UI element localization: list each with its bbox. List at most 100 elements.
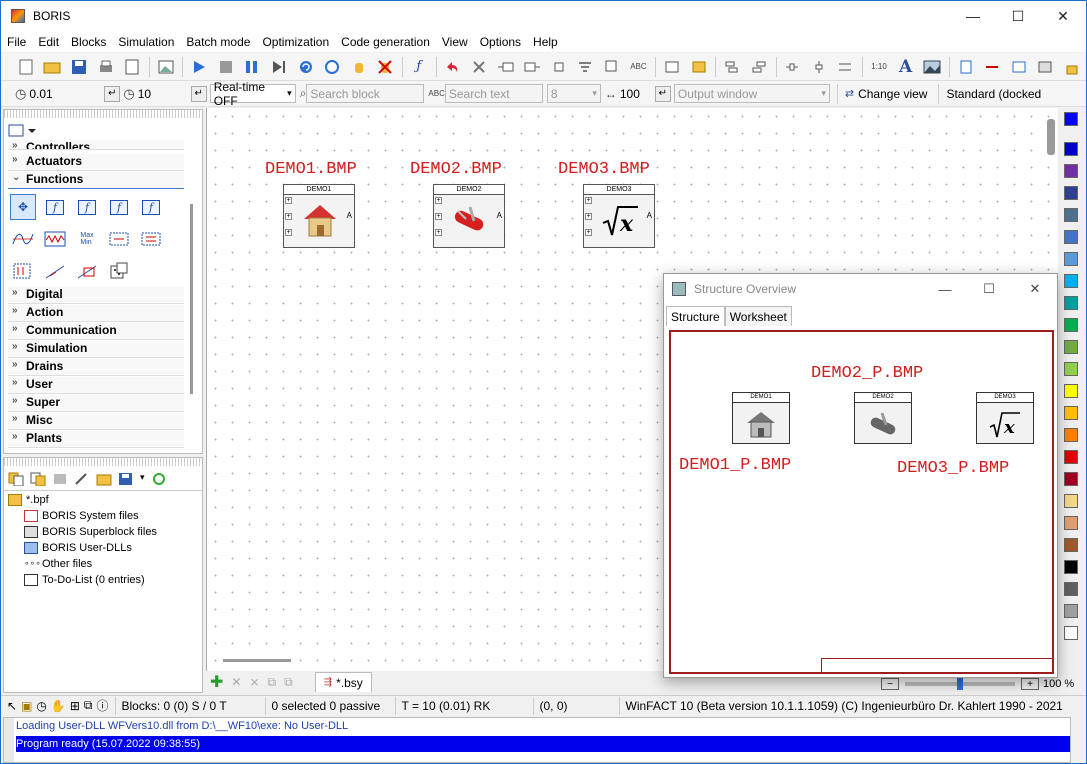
tree-item-todo-list[interactable]: To-Do-List (0 entries): [8, 572, 157, 588]
category-simulation[interactable]: » Simulation: [8, 341, 184, 358]
tree-item-superblock-files[interactable]: BORIS Superblock files: [8, 524, 157, 540]
color-swatch[interactable]: [1064, 340, 1078, 354]
tree-icon[interactable]: ⊞: [70, 699, 80, 713]
color-swatch[interactable]: [1064, 252, 1078, 266]
align-right-icon[interactable]: [748, 56, 770, 78]
category-misc[interactable]: » Misc: [8, 413, 184, 430]
end-time-apply-button[interactable]: ↵: [190, 85, 207, 102]
width-field[interactable]: 100: [617, 84, 651, 103]
sort-icon[interactable]: [575, 56, 597, 78]
tree-item-system-files[interactable]: BORIS System files: [8, 508, 157, 524]
disconnect-icon[interactable]: [495, 56, 517, 78]
maxmin-block-icon[interactable]: Max Min: [74, 226, 100, 252]
delete-icon[interactable]: [468, 56, 490, 78]
ramp-block-icon[interactable]: [42, 258, 68, 284]
run-icon[interactable]: [188, 56, 210, 78]
tab-paste-icon[interactable]: ⧉: [284, 675, 293, 690]
color-swatch[interactable]: [1064, 626, 1078, 640]
save-dropdown-icon[interactable]: ▾: [140, 472, 145, 489]
lock-icon[interactable]: [1061, 56, 1083, 78]
function-block-icon[interactable]: f: [74, 194, 100, 220]
structure-maximize-button[interactable]: ☐: [966, 274, 1012, 304]
hand-icon[interactable]: ✋: [51, 699, 66, 713]
tab-worksheet[interactable]: Worksheet: [724, 306, 792, 326]
remove-icon[interactable]: [52, 472, 68, 489]
category-action[interactable]: » Action: [8, 305, 184, 322]
timer-icon[interactable]: ◷: [36, 699, 46, 713]
menu-file[interactable]: File: [1, 35, 32, 49]
menu-code-generation[interactable]: Code generation: [335, 35, 436, 49]
color-swatch[interactable]: [1064, 164, 1078, 178]
output-port[interactable]: A: [347, 211, 352, 220]
search-block-input[interactable]: Search block: [306, 84, 425, 103]
canvas-vertical-scrollbar[interactable]: [1047, 119, 1055, 155]
menu-view[interactable]: View: [436, 35, 474, 49]
output-window-select[interactable]: Output window ▾: [673, 84, 830, 103]
export-icon[interactable]: ⧉: [84, 698, 93, 713]
zoom-slider-thumb[interactable]: [957, 678, 963, 690]
category-controllers[interactable]: » Controllers: [8, 140, 184, 150]
color-swatch[interactable]: [1064, 494, 1078, 508]
step-icon[interactable]: [268, 56, 290, 78]
color-swatch[interactable]: [1064, 186, 1078, 200]
window-icon[interactable]: [1008, 56, 1030, 78]
mux-block-icon[interactable]: [138, 226, 164, 252]
tree-item-other-files[interactable]: ∘∘∘ Other files: [8, 556, 157, 572]
open-folder-icon[interactable]: [96, 472, 112, 489]
image-icon[interactable]: [155, 56, 177, 78]
color-swatch[interactable]: [1064, 208, 1078, 222]
block-edit-icon[interactable]: [601, 56, 623, 78]
landscape-icon[interactable]: [921, 56, 943, 78]
undo-icon[interactable]: [442, 56, 464, 78]
category-digital[interactable]: » Digital: [8, 287, 184, 304]
category-functions[interactable]: ⌄ Functions: [8, 172, 184, 189]
view-mode-select[interactable]: Standard (docked: [946, 87, 1041, 101]
output-port[interactable]: A: [647, 211, 652, 220]
tab-structure[interactable]: Structure: [666, 306, 725, 326]
color-swatch[interactable]: [1064, 296, 1078, 310]
input-port[interactable]: +: [435, 229, 442, 236]
step-size-apply-button[interactable]: ↵: [104, 85, 121, 102]
text-icon[interactable]: A: [895, 56, 917, 78]
input-port[interactable]: +: [585, 229, 592, 236]
info-icon[interactable]: ⓘ: [96, 697, 108, 714]
random-dice-icon[interactable]: [106, 258, 132, 284]
open-folder-icon[interactable]: [42, 56, 64, 78]
pointer-tool-icon[interactable]: ✥: [10, 194, 36, 220]
tab-copy-icon[interactable]: ⧉: [268, 675, 277, 690]
structure-minimize-button[interactable]: —: [922, 274, 968, 304]
export-icon[interactable]: [661, 56, 683, 78]
category-drains[interactable]: » Drains: [8, 359, 184, 376]
close-button[interactable]: ✕: [1041, 1, 1085, 31]
input-port[interactable]: +: [285, 197, 292, 204]
stop-icon[interactable]: [215, 56, 237, 78]
canvas-horizontal-scrollbar[interactable]: [223, 659, 291, 662]
menu-batch-mode[interactable]: Batch mode: [180, 35, 256, 49]
save-project-icon[interactable]: [118, 472, 134, 489]
sync-icon[interactable]: [151, 472, 167, 489]
step-size-field[interactable]: 0.01: [26, 84, 72, 103]
minimize-button[interactable]: —: [951, 1, 995, 31]
menu-optimization[interactable]: Optimization: [256, 35, 335, 49]
menu-edit[interactable]: Edit: [32, 35, 65, 49]
function-block-icon[interactable]: f: [42, 194, 68, 220]
clock-icon[interactable]: [321, 56, 343, 78]
limit-block-icon[interactable]: [74, 258, 100, 284]
input-port[interactable]: +: [285, 229, 292, 236]
distribute-h-icon[interactable]: [782, 56, 804, 78]
library-view-menu[interactable]: [8, 124, 38, 141]
cursor-icon[interactable]: ↖: [7, 699, 17, 713]
tree-root[interactable]: *.bpf: [8, 492, 157, 508]
color-swatch[interactable]: [1064, 428, 1078, 442]
print-icon[interactable]: [95, 56, 117, 78]
page-setup-icon[interactable]: [121, 56, 143, 78]
sample-block-icon[interactable]: [10, 258, 36, 284]
zoom-out-button[interactable]: −: [881, 678, 899, 690]
curve-block-icon[interactable]: [10, 226, 36, 252]
insert-icon[interactable]: [955, 56, 977, 78]
pause-icon[interactable]: [242, 56, 264, 78]
worksheet-preview[interactable]: DEMO2_P.BMP DEMO1_P.BMP DEMO3_P.BMP DEMO…: [669, 330, 1054, 674]
color-swatch[interactable]: [1064, 406, 1078, 420]
tree-item-user-dlls[interactable]: BORIS User-DLLs: [8, 540, 157, 556]
color-swatch[interactable]: [1064, 604, 1078, 618]
